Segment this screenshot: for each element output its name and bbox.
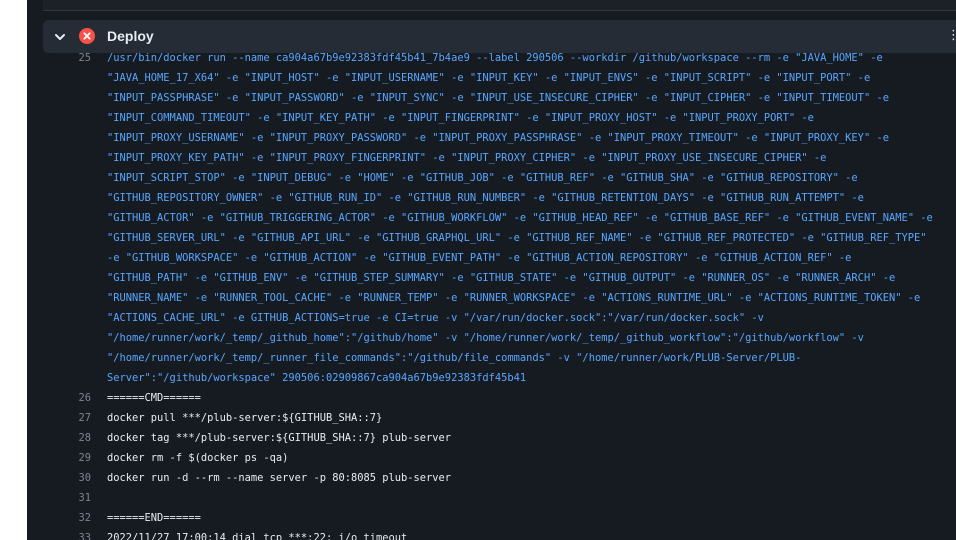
line-number[interactable]: 25 [27,48,91,68]
log-line: 25/usr/bin/docker run --name ca904a67b9e… [27,48,956,68]
line-text: 2022/11/27 17:00:14 dial tcp ***:22: i/o… [107,532,408,540]
chevron-down-icon[interactable] [53,30,67,44]
line-number[interactable]: 29 [27,448,91,468]
line-text: "ACTIONS_CACHE_URL" -e GITHUB_ACTIONS=tr… [107,312,764,324]
line-text: "GITHUB_PATH" -e "GITHUB_ENV" -e "GITHUB… [107,272,896,284]
previous-step-bar [43,0,956,11]
line-text: "/home/runner/work/_temp/_runner_file_co… [107,352,802,364]
log-line: "GITHUB_PATH" -e "GITHUB_ENV" -e "GITHUB… [27,268,956,288]
step-title: Deploy [107,28,154,44]
line-text: docker run -d --rm --name server -p 80:8… [107,472,452,484]
log-line: "INPUT_PROXY_USERNAME" -e "INPUT_PROXY_P… [27,128,956,148]
log-line: "/home/runner/work/_temp/_github_home":"… [27,328,956,348]
line-text: ======CMD====== [107,392,201,404]
line-text: "GITHUB_ACTOR" -e "GITHUB_TRIGGERING_ACT… [107,212,933,224]
log-line: "ACTIONS_CACHE_URL" -e GITHUB_ACTIONS=tr… [27,308,956,328]
log-line: "INPUT_COMMAND_TIMEOUT" -e "INPUT_KEY_PA… [27,108,956,128]
log-line: "INPUT_PROXY_KEY_PATH" -e "INPUT_PROXY_F… [27,148,956,168]
log-line: "GITHUB_ACTOR" -e "GITHUB_TRIGGERING_ACT… [27,208,956,228]
log-line: "GITHUB_SERVER_URL" -e "GITHUB_API_URL" … [27,228,956,248]
log-line: "/home/runner/work/_temp/_runner_file_co… [27,348,956,368]
log-line: 31 [27,488,956,508]
line-text: "INPUT_COMMAND_TIMEOUT" -e "INPUT_KEY_PA… [107,112,814,124]
line-number[interactable]: 28 [27,428,91,448]
line-text: Server":"/github/workspace" 290506:02909… [107,372,527,384]
line-text: "RUNNER_NAME" -e "RUNNER_TOOL_CACHE" -e … [107,292,921,304]
line-text: "INPUT_PROXY_USERNAME" -e "INPUT_PROXY_P… [107,132,889,144]
log-line: 30 docker run -d --rm --name server -p 80… [27,468,956,488]
line-number[interactable]: 30 [27,468,91,488]
line-number[interactable]: 26 [27,388,91,408]
line-number[interactable]: 32 [27,508,91,528]
log-line: "JAVA_HOME_17_X64" -e "INPUT_HOST" -e "I… [27,68,956,88]
line-text: "GITHUB_SERVER_URL" -e "GITHUB_API_URL" … [107,232,927,244]
log-line: 28 docker tag ***/plub-server:${GITHUB_SH… [27,428,956,448]
log-lines: 25/usr/bin/docker run --name ca904a67b9e… [27,48,956,540]
kebab-icon[interactable]: ⋮ [947,28,956,44]
line-text: docker pull ***/plub-server:${GITHUB_SHA… [107,412,383,424]
line-text: /usr/bin/docker run --name ca904a67b9e92… [107,52,883,64]
log-line: 29 docker rm -f $(docker ps -qa) [27,448,956,468]
log-line: 27 docker pull ***/plub-server:${GITHUB_S… [27,408,956,428]
line-text: "INPUT_PASSPHRASE" -e "INPUT_PASSWORD" -… [107,92,889,104]
log-panel: Deploy ⋮ 25/usr/bin/docker run --name ca… [27,0,956,540]
log-line: 33 2022/11/27 17:00:14 dial tcp ***:22: i… [27,528,956,540]
line-text: -e "GITHUB_WORKSPACE" -e "GITHUB_ACTION"… [107,252,852,264]
line-text: "JAVA_HOME_17_X64" -e "INPUT_HOST" -e "I… [107,72,871,84]
line-text: "INPUT_PROXY_KEY_PATH" -e "INPUT_PROXY_F… [107,152,827,164]
log-line: -e "GITHUB_WORKSPACE" -e "GITHUB_ACTION"… [27,248,956,268]
log-line: "RUNNER_NAME" -e "RUNNER_TOOL_CACHE" -e … [27,288,956,308]
log-line: "GITHUB_REPOSITORY_OWNER" -e "GITHUB_RUN… [27,188,956,208]
line-number[interactable]: 31 [27,488,91,508]
line-text: "INPUT_SCRIPT_STOP" -e "INPUT_DEBUG" -e … [107,172,858,184]
log-line: 26 ======CMD====== [27,388,956,408]
line-text: ======END====== [107,512,201,524]
line-text: "GITHUB_REPOSITORY_OWNER" -e "GITHUB_RUN… [107,192,864,204]
line-number[interactable]: 33 [27,528,91,540]
log-line: 32 ======END====== [27,508,956,528]
line-text: docker rm -f $(docker ps -qa) [107,452,289,464]
line-number[interactable]: 27 [27,408,91,428]
line-text: "/home/runner/work/_temp/_github_home":"… [107,332,864,344]
log-line: "INPUT_PASSPHRASE" -e "INPUT_PASSWORD" -… [27,88,956,108]
log-line: Server":"/github/workspace" 290506:02909… [27,368,956,388]
line-text: docker tag ***/plub-server:${GITHUB_SHA:… [107,432,452,444]
log-line: "INPUT_SCRIPT_STOP" -e "INPUT_DEBUG" -e … [27,168,956,188]
x-circle-fill-icon [79,28,95,44]
